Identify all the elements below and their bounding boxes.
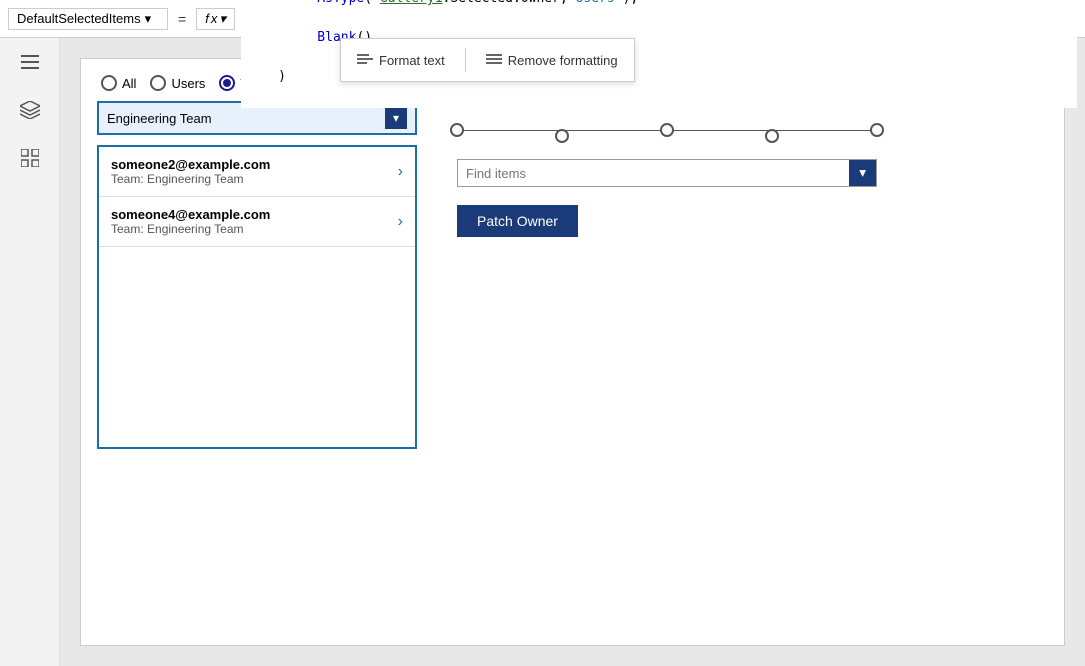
gallery-item-email-2: someone4@example.com: [111, 207, 270, 222]
formula-fx-button[interactable]: fx: [196, 8, 235, 30]
left-panel: All Users Teams Engineering Team ▾: [97, 75, 437, 449]
sidebar-icon-hamburger[interactable]: [16, 48, 44, 76]
fx-chevron-icon: [219, 11, 226, 27]
find-items-input[interactable]: [458, 161, 849, 186]
remove-formatting-button[interactable]: Remove formatting: [486, 53, 618, 68]
radio-teams-circle: [219, 75, 235, 91]
format-toolbar: Format text Remove formatting: [340, 38, 635, 82]
slider-handle-q2[interactable]: [555, 129, 569, 143]
radio-all-label: All: [122, 76, 136, 91]
sidebar-icon-layers[interactable]: [16, 96, 44, 124]
radio-users-circle: [150, 75, 166, 91]
gallery-item-team-1: Team: Engineering Team: [111, 172, 270, 186]
canvas: All Users Teams Engineering Team ▾: [80, 58, 1065, 646]
format-text-button[interactable]: Format text: [357, 53, 445, 68]
gallery-item-text-1: someone2@example.com Team: Engineering T…: [111, 157, 270, 186]
fx-x: x: [211, 11, 218, 26]
toolbar-divider: [465, 48, 466, 72]
content-area: Format text Remove formatting All: [60, 38, 1085, 666]
main-layout: Format text Remove formatting All: [0, 38, 1085, 666]
formula-dropdown[interactable]: DefaultSelectedItems: [8, 8, 168, 30]
slider-handle-left[interactable]: [450, 123, 464, 137]
formula-bar: DefaultSelectedItems = fx If( IsType( Ga…: [0, 0, 1085, 38]
slider-handle-center[interactable]: [660, 123, 674, 137]
gallery-list: someone2@example.com Team: Engineering T…: [97, 145, 417, 449]
format-text-label: Format text: [379, 53, 445, 68]
dropdown-value: Engineering Team: [107, 111, 212, 126]
gallery-item-text-2: someone4@example.com Team: Engineering T…: [111, 207, 270, 236]
radio-all[interactable]: All: [101, 75, 136, 91]
formula-equals: =: [174, 11, 190, 27]
fx-label: f: [205, 11, 209, 26]
dropdown-arrow-button[interactable]: ▾: [385, 107, 407, 129]
gallery-empty-space: [99, 247, 415, 447]
slider-area: [457, 115, 877, 145]
chevron-down-icon: [145, 11, 152, 27]
find-items-wrapper: ▾: [457, 159, 877, 187]
remove-formatting-label: Remove formatting: [508, 53, 618, 68]
gallery-item-email-1: someone2@example.com: [111, 157, 270, 172]
gallery-item-arrow-2: [398, 213, 403, 231]
find-items-dropdown-btn[interactable]: ▾: [849, 160, 876, 186]
patch-owner-button[interactable]: Patch Owner: [457, 205, 578, 237]
sidebar-icon-grid[interactable]: [16, 144, 44, 172]
radio-all-circle: [101, 75, 117, 91]
formula-dropdown-label: DefaultSelectedItems: [17, 11, 141, 26]
radio-users-label: Users: [171, 76, 205, 91]
gallery-item[interactable]: someone2@example.com Team: Engineering T…: [99, 147, 415, 197]
gallery-item-2[interactable]: someone4@example.com Team: Engineering T…: [99, 197, 415, 247]
gallery-item-team-2: Team: Engineering Team: [111, 222, 270, 236]
slider-handle-right[interactable]: [870, 123, 884, 137]
radio-users[interactable]: Users: [150, 75, 205, 91]
slider-handle-q1[interactable]: [765, 129, 779, 143]
sidebar: [0, 38, 60, 666]
gallery-item-arrow-1: [398, 163, 403, 181]
